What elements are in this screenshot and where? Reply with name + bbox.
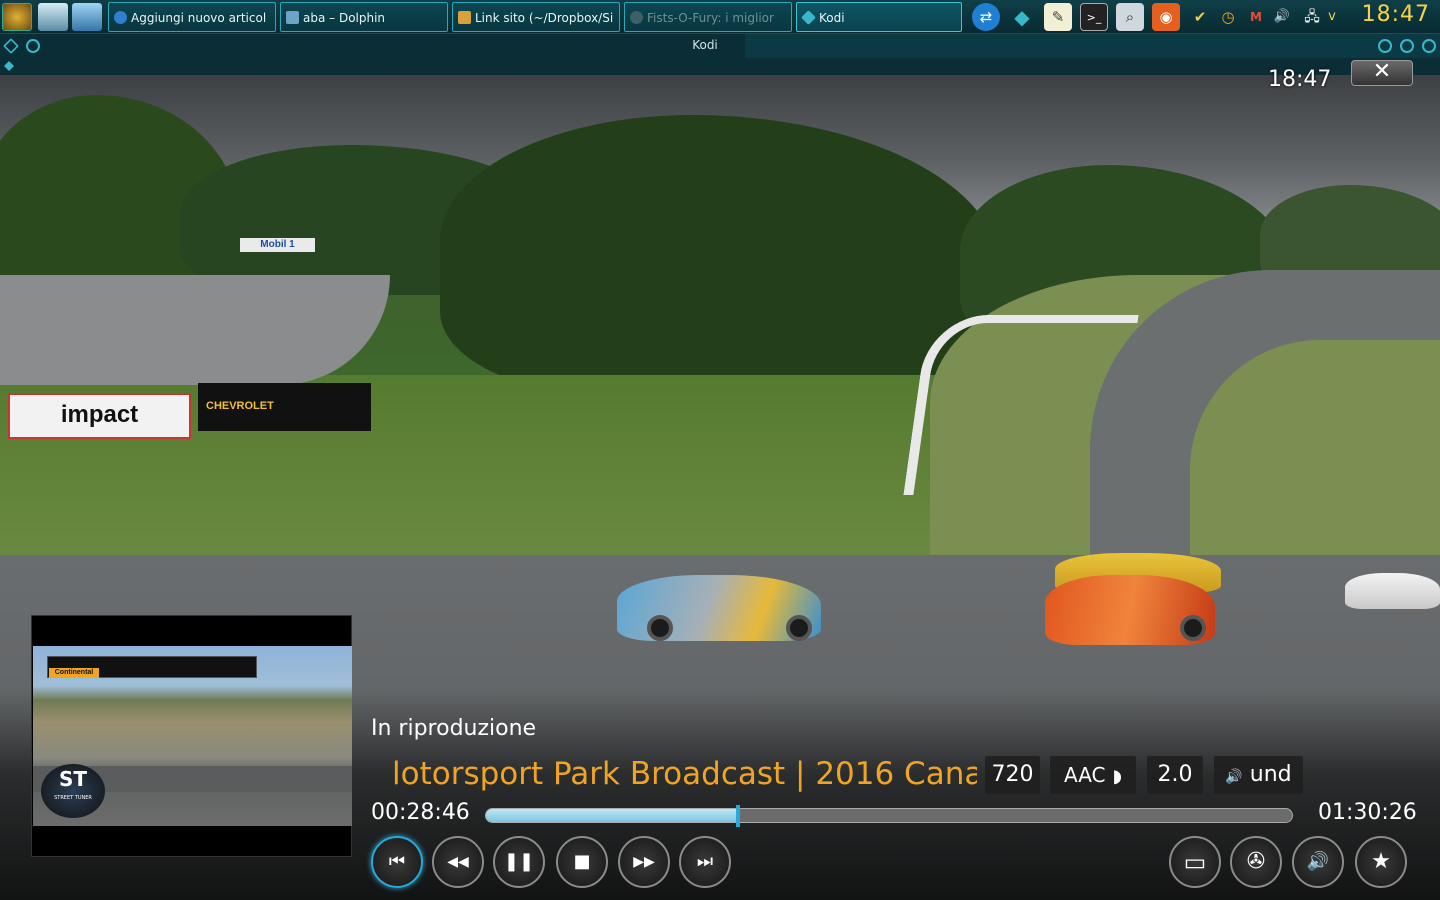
subtitles-button[interactable]: ▭ (1169, 836, 1221, 888)
rewind-button[interactable]: ◀◀ (432, 836, 484, 888)
aac-waves-icon: ◗ (1112, 766, 1123, 787)
track-background-curve (0, 275, 390, 385)
thumbnail-logo-text: ST (58, 767, 88, 791)
task-label: aba – Dolphin (303, 11, 386, 25)
impact-billboard: impact (8, 393, 191, 439)
video-settings-button[interactable]: ✇ (1230, 836, 1282, 888)
task-browser-fists[interactable]: Fists-O-Fury: i miglior (624, 2, 792, 32)
kodi-tray-icon[interactable]: ◆ (1008, 3, 1036, 31)
task-kodi[interactable]: Kodi (796, 2, 962, 32)
kodi-icon (801, 10, 816, 25)
terminal-icon[interactable]: >_ (1080, 3, 1108, 31)
browser-icon (114, 11, 127, 24)
now-playing-label: In riproduzione (371, 716, 537, 741)
notes-icon[interactable]: ✎ (1044, 3, 1072, 31)
task-browser-article[interactable]: Aggiungi nuovo articol (108, 2, 276, 32)
seek-bar-fill (486, 809, 739, 822)
seek-handle[interactable] (736, 805, 741, 827)
taskbar-clock[interactable]: 18:47 (1362, 2, 1430, 27)
thumbnail-brand: Continental (49, 668, 99, 678)
folder-icon (286, 11, 299, 24)
video-clock: 18:47 (1268, 67, 1332, 92)
seek-bar[interactable] (485, 808, 1293, 823)
speaker-icon: 🔊 (1225, 769, 1243, 785)
start-menu-icon[interactable] (2, 3, 32, 31)
monitor-icon[interactable]: ◉ (1152, 3, 1180, 31)
titlebar-accent (745, 34, 1440, 58)
thumbnail-image: Continental ST STREET TUNER (33, 646, 352, 826)
elapsed-time: 00:28:46 (371, 800, 470, 825)
chevrolet-billboard: CHEVROLET (198, 383, 371, 431)
task-label: Kodi (819, 11, 845, 25)
language-text: und (1249, 762, 1292, 787)
audio-codec-text: AAC (1063, 763, 1106, 787)
next-button[interactable]: ⏭ (679, 836, 731, 888)
previous-button[interactable]: ⏮ (371, 836, 423, 888)
wheel (1180, 615, 1206, 641)
media-title: lotorsport Park Broadcast | 2016 Canadi (392, 756, 977, 792)
teamviewer-icon[interactable]: ⇄ (972, 3, 1000, 31)
channels-badge: 2.0 (1147, 756, 1203, 794)
stop-button[interactable]: ■ (556, 836, 608, 888)
minimize-icon[interactable] (1378, 39, 1392, 53)
close-window-icon[interactable] (1422, 39, 1436, 53)
dolphin-launcher-icon[interactable] (38, 3, 68, 31)
total-time: 01:30:26 (1318, 800, 1417, 825)
resolution-badge: 720 (985, 756, 1040, 794)
shield-icon[interactable]: ✔ (1186, 3, 1214, 31)
language-badge: 🔊 und (1214, 756, 1303, 794)
thumbnail-logo-sub: STREET TUNER (54, 795, 92, 801)
wheel (647, 615, 673, 641)
audio-codec-badge: AAC ◗ (1050, 756, 1136, 794)
audio-settings-button[interactable]: 🔊 (1292, 836, 1344, 888)
clock-tray-icon[interactable]: ◷ (1214, 3, 1242, 31)
mail-icon[interactable]: M (1242, 3, 1270, 31)
task-label: Link sito (~/Dropbox/Si (475, 11, 614, 25)
task-editor[interactable]: Link sito (~/Dropbox/Si (452, 2, 620, 32)
wheel (786, 615, 812, 641)
editor-icon (458, 11, 471, 24)
race-car-white (1345, 573, 1440, 609)
mobil-banner: Mobil 1 (240, 238, 315, 252)
thumbnail-logo: ST STREET TUNER (41, 764, 105, 818)
task-label: Fists-O-Fury: i miglior (647, 11, 774, 25)
pause-button[interactable]: ❚❚ (493, 836, 545, 888)
maximize-icon[interactable] (1400, 39, 1414, 53)
network-icon[interactable]: 🖧 (1298, 3, 1326, 31)
browser-icon (630, 11, 643, 24)
track-wall (903, 315, 1139, 495)
task-label: Aggiungi nuovo articol (131, 11, 267, 25)
window-subbar (0, 58, 1440, 75)
kodi-small-icon (4, 61, 14, 71)
task-dolphin[interactable]: aba – Dolphin (280, 2, 448, 32)
video-thumbnail: Continental ST STREET TUNER (31, 615, 352, 857)
bookmark-button[interactable]: ★ (1355, 836, 1407, 888)
volume-icon[interactable]: 🔊 (1268, 3, 1296, 31)
expand-tray-icon[interactable]: v (1324, 3, 1340, 31)
screenshot-icon[interactable]: ⌕ (1116, 3, 1144, 31)
taskbar: Aggiungi nuovo articol aba – Dolphin Lin… (0, 0, 1440, 34)
activity-launcher-icon[interactable] (72, 3, 102, 31)
fast-forward-button[interactable]: ▶▶ (618, 836, 670, 888)
close-video-button[interactable]: ✕ (1351, 60, 1413, 86)
